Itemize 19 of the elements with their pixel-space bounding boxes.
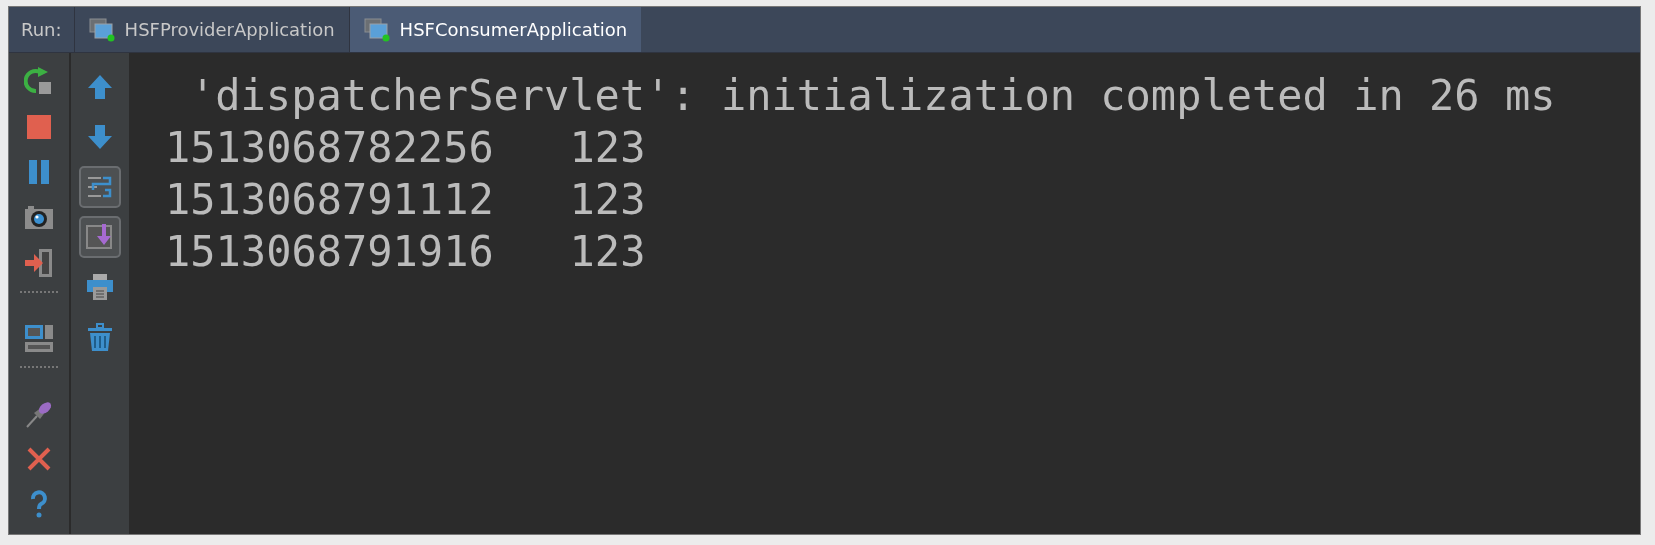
- console-line: 1513068791916 123: [165, 226, 646, 278]
- tab-label: HSFProviderApplication: [124, 18, 335, 42]
- exit-icon: [24, 247, 54, 278]
- tab-label: HSFConsumerApplication: [399, 18, 628, 42]
- layout-icon: [24, 323, 54, 354]
- window-icon: [363, 17, 390, 42]
- printer-icon: [85, 272, 115, 302]
- scroll-button[interactable]: [79, 216, 121, 258]
- console-line: 1513068791112 123: [165, 174, 646, 226]
- console-line: 1513068782256 123: [165, 122, 646, 174]
- wrap-button[interactable]: [79, 166, 121, 208]
- stop-icon: [24, 112, 54, 142]
- run-label: Run:: [20, 18, 63, 42]
- run-tab[interactable]: HSFConsumerApplication: [348, 7, 642, 52]
- window-icon: [88, 17, 115, 42]
- console-line: 'dispatcherServlet': initialization completed in 26 ms: [189, 70, 1556, 122]
- rerun-icon: [24, 66, 54, 97]
- trash-icon: [85, 322, 115, 352]
- scroll-to-end-icon: [85, 222, 115, 252]
